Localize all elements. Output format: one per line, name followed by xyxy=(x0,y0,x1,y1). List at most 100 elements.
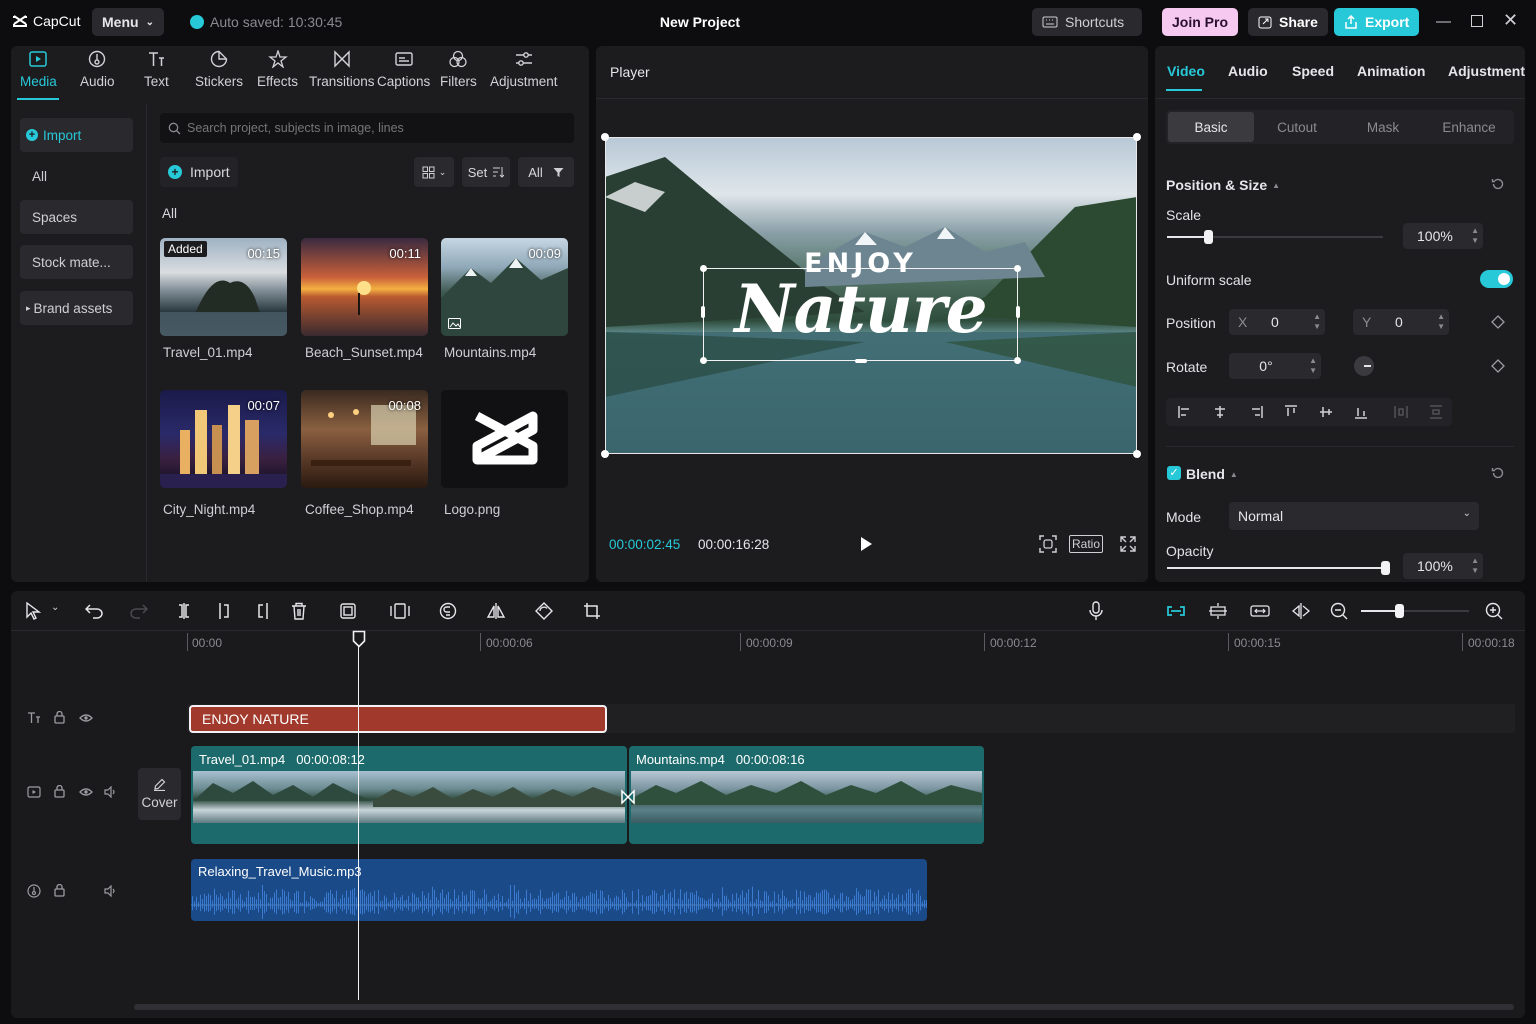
auto-snap-icon[interactable] xyxy=(1208,602,1228,620)
scale-value-field[interactable]: 100% ▲ ▼ xyxy=(1403,223,1483,249)
resize-handle[interactable] xyxy=(601,450,609,458)
sidebar-item-brand-assets[interactable]: ▸ Brand assets xyxy=(20,291,133,325)
zoom-in-icon[interactable] xyxy=(1485,602,1503,620)
shortcuts-button[interactable]: Shortcuts xyxy=(1032,8,1142,36)
subtab-cutout[interactable]: Cutout xyxy=(1254,112,1340,142)
scale-slider-handle[interactable] xyxy=(1204,230,1213,244)
reset-icon[interactable] xyxy=(1491,177,1505,191)
subtab-enhance[interactable]: Enhance xyxy=(1426,112,1512,142)
crop-ratio-icon[interactable] xyxy=(390,602,410,620)
sidebar-item-spaces[interactable]: Spaces xyxy=(20,200,133,234)
align-center-v-icon[interactable] xyxy=(1319,405,1333,419)
resize-handle[interactable] xyxy=(1133,133,1141,141)
position-x-field[interactable]: X 0 ▲ ▼ xyxy=(1229,309,1325,335)
keyframe-icon[interactable] xyxy=(1491,315,1505,329)
prop-tab-adjustment[interactable]: Adjustment xyxy=(1448,63,1525,79)
resize-handle[interactable] xyxy=(601,133,609,141)
zoom-out-icon[interactable] xyxy=(1330,602,1348,620)
transition-icon[interactable] xyxy=(620,789,636,805)
align-left-icon[interactable] xyxy=(1178,405,1192,419)
microphone-icon[interactable] xyxy=(1089,601,1103,621)
resize-handle[interactable] xyxy=(1014,357,1021,364)
stepper-icon[interactable]: ▲ ▼ xyxy=(1437,312,1445,332)
rotate-dial[interactable] xyxy=(1354,356,1374,376)
filter-button[interactable]: All xyxy=(518,157,574,187)
tab-text[interactable]: Text xyxy=(144,50,169,89)
align-top-icon[interactable] xyxy=(1284,405,1298,419)
close-icon[interactable]: ✕ xyxy=(1503,10,1518,31)
share-button[interactable]: Share xyxy=(1248,8,1328,36)
split-icon[interactable] xyxy=(176,602,192,620)
keyframe-icon[interactable] xyxy=(1491,359,1505,373)
tab-audio[interactable]: Audio xyxy=(80,50,115,89)
speaker-icon[interactable] xyxy=(104,885,117,897)
play-icon[interactable] xyxy=(859,536,873,552)
blend-header[interactable]: Blend ▲ xyxy=(1186,466,1238,482)
align-right-icon[interactable] xyxy=(1249,405,1263,419)
tab-effects[interactable]: Effects xyxy=(257,50,298,89)
timeline-scrollbar[interactable] xyxy=(134,1004,1514,1010)
sidebar-import[interactable]: + Import xyxy=(20,118,133,152)
mirror-icon[interactable] xyxy=(486,602,506,620)
search-field[interactable] xyxy=(160,113,574,143)
ratio-button[interactable]: Ratio xyxy=(1069,535,1104,553)
fit-screen-icon[interactable] xyxy=(1039,535,1057,553)
stepper-icon[interactable]: ▲ ▼ xyxy=(1471,556,1479,576)
fullscreen-icon[interactable] xyxy=(1120,536,1136,552)
audio-clip[interactable]: Relaxing_Travel_Music.mp3 xyxy=(191,859,927,921)
reset-icon[interactable] xyxy=(1491,466,1505,480)
video-clip-mountains[interactable]: Mountains.mp4 00:00:08:16 xyxy=(629,746,984,844)
rotate-field[interactable]: 0° ▲ ▼ xyxy=(1229,353,1321,379)
delete-icon[interactable] xyxy=(291,602,307,620)
position-size-header[interactable]: Position & Size ▲ xyxy=(1166,177,1280,193)
stepper-icon[interactable]: ▲ ▼ xyxy=(1471,226,1479,246)
tab-filters[interactable]: Filters xyxy=(440,50,477,89)
magnet-link-icon[interactable] xyxy=(1165,604,1187,618)
lock-icon[interactable] xyxy=(54,884,65,897)
lock-icon[interactable] xyxy=(54,711,65,724)
prop-tab-video[interactable]: Video xyxy=(1167,63,1205,79)
media-item-travel[interactable]: Added 00:15 xyxy=(160,238,287,336)
split-left-icon[interactable] xyxy=(216,602,232,620)
media-item-beach[interactable]: 00:11 xyxy=(301,238,428,336)
link-clips-icon[interactable] xyxy=(1250,604,1270,618)
uniform-scale-toggle[interactable] xyxy=(1480,270,1513,288)
opacity-slider[interactable] xyxy=(1167,561,1390,575)
blend-checkbox[interactable]: ✓ xyxy=(1167,466,1181,480)
zoom-slider[interactable] xyxy=(1361,604,1469,618)
reverse-icon[interactable] xyxy=(439,602,457,620)
search-input[interactable] xyxy=(187,121,567,135)
speaker-icon[interactable] xyxy=(104,786,117,798)
sort-button[interactable]: Set xyxy=(462,157,510,187)
media-item-mountains[interactable]: 00:09 xyxy=(441,238,568,336)
eye-icon[interactable] xyxy=(79,787,93,797)
minimize-icon[interactable]: — xyxy=(1436,13,1451,30)
freeze-frame-icon[interactable] xyxy=(339,602,357,620)
opacity-value-field[interactable]: 100% ▲ ▼ xyxy=(1403,553,1483,579)
join-pro-button[interactable]: Join Pro xyxy=(1162,8,1239,36)
chevron-down-icon[interactable]: ⌄ xyxy=(51,602,59,613)
media-item-coffee[interactable]: 00:08 xyxy=(301,390,428,488)
rotate-icon[interactable] xyxy=(535,602,553,620)
zoom-slider-handle[interactable] xyxy=(1395,604,1404,618)
view-mode-button[interactable]: ⌄ xyxy=(414,157,454,187)
crop-icon[interactable] xyxy=(583,602,601,620)
align-bottom-icon[interactable] xyxy=(1354,405,1368,419)
resize-handle[interactable] xyxy=(855,359,867,363)
text-clip[interactable]: ENJOY NATURE xyxy=(189,705,607,733)
align-center-h-icon[interactable] xyxy=(1213,405,1227,419)
resize-handle[interactable] xyxy=(1133,450,1141,458)
maximize-icon[interactable] xyxy=(1471,15,1483,27)
stepper-icon[interactable]: ▲ ▼ xyxy=(1309,356,1317,376)
opacity-slider-handle[interactable] xyxy=(1381,561,1390,575)
stepper-icon[interactable]: ▲ ▼ xyxy=(1313,312,1321,332)
media-item-logo[interactable] xyxy=(441,390,568,488)
prop-tab-speed[interactable]: Speed xyxy=(1292,63,1334,79)
export-button[interactable]: Export xyxy=(1334,8,1420,36)
subtab-basic[interactable]: Basic xyxy=(1168,112,1254,142)
eye-icon[interactable] xyxy=(79,713,93,723)
position-y-field[interactable]: Y 0 ▲ ▼ xyxy=(1353,309,1449,335)
playhead-handle-icon[interactable] xyxy=(352,630,366,648)
tab-transitions[interactable]: Transitions xyxy=(309,50,375,89)
resize-handle[interactable] xyxy=(700,357,707,364)
